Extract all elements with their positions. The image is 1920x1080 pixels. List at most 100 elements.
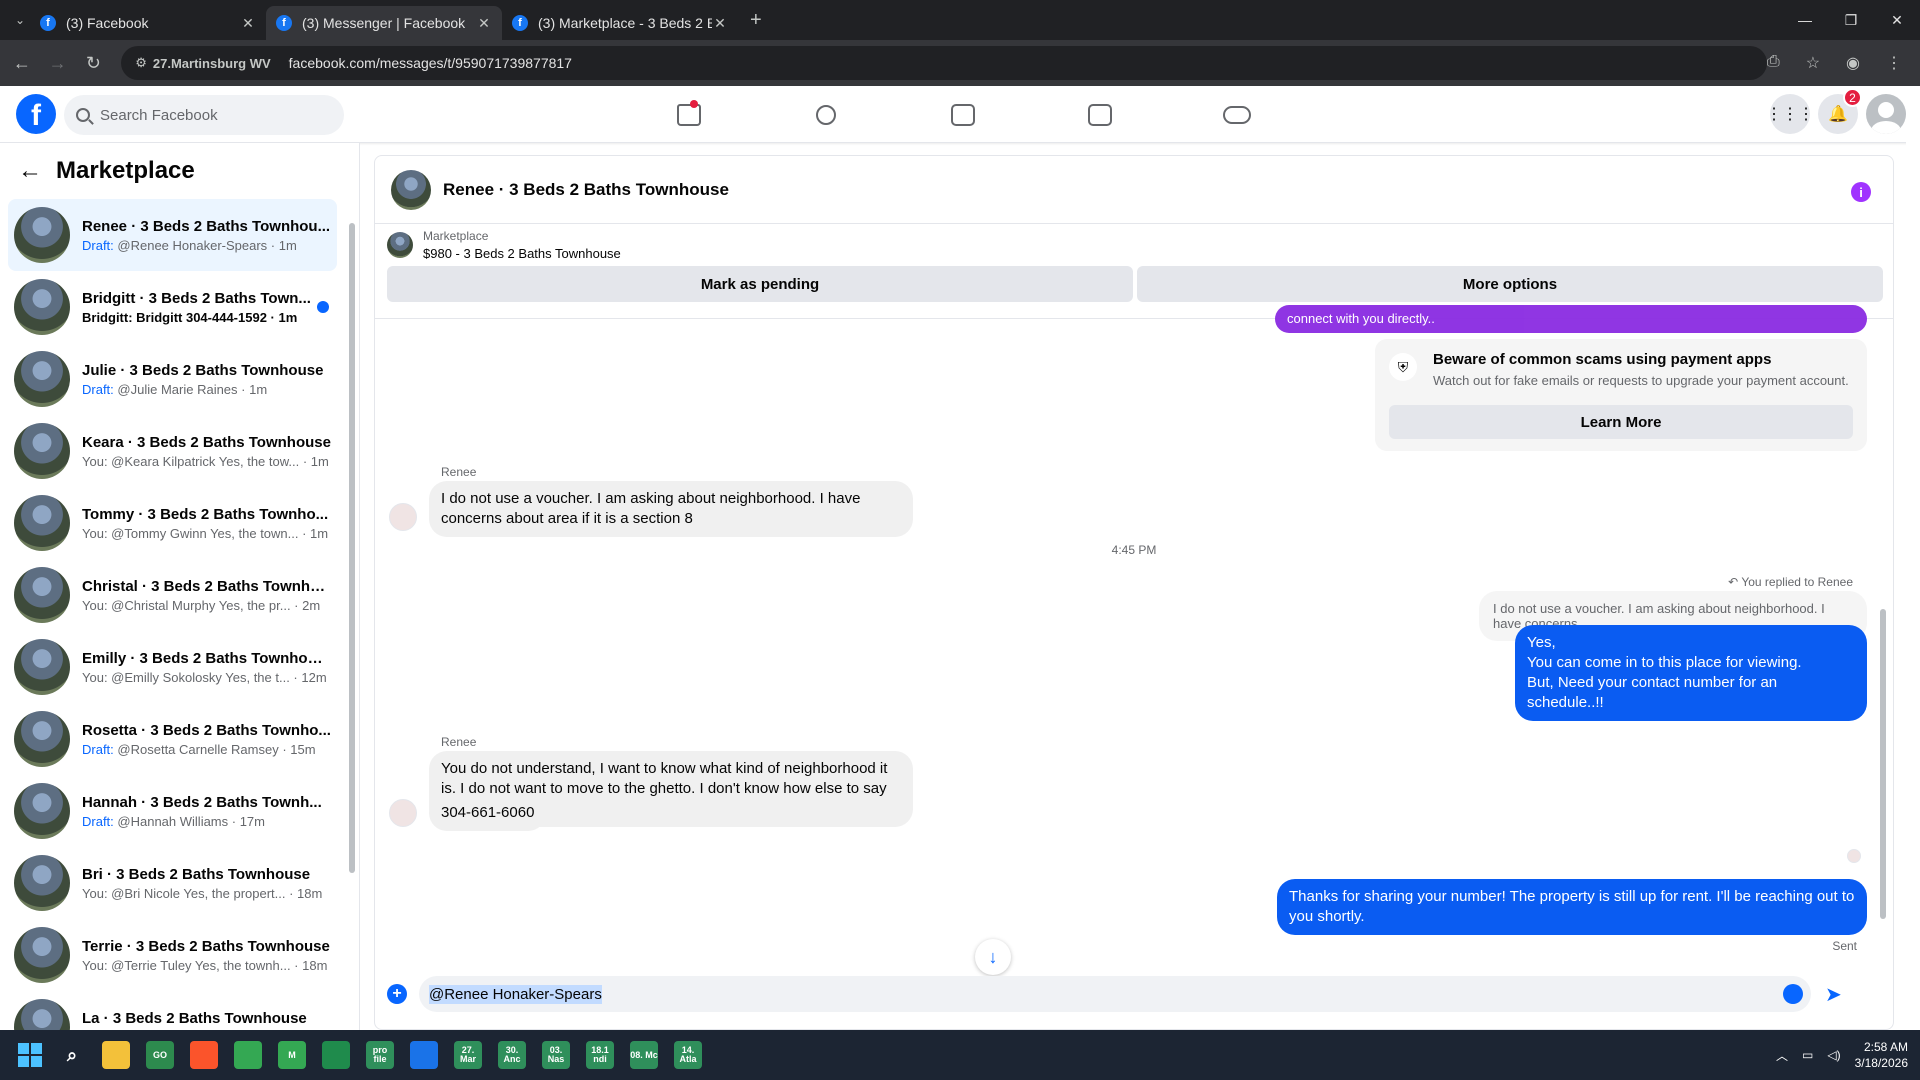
nav-video[interactable] [894,86,1031,143]
info-icon[interactable]: i [1851,182,1871,202]
network-icon[interactable]: ▭ [1802,1048,1813,1062]
conversation-item[interactable]: Christal · 3 Beds 2 Baths Townho... You: … [8,559,337,631]
nav-marketplace[interactable] [1031,86,1168,143]
sidebar-scrollbar[interactable] [348,195,356,895]
more-options-button[interactable]: More options [1137,266,1883,302]
send-icon[interactable]: ➤ [1825,982,1842,1007]
message-bubble-outgoing[interactable]: Yes, You can come in to this place for v… [1515,625,1867,721]
account-avatar[interactable] [1866,94,1906,134]
new-tab-button[interactable]: + [750,9,762,32]
taskbar-app-icon[interactable] [234,1041,262,1069]
install-app-icon[interactable]: ⎙ [1767,53,1780,73]
conversation-item[interactable]: Rosetta · 3 Beds 2 Baths Townho... Draft:… [8,703,337,775]
sender-avatar[interactable] [389,503,417,531]
close-tab-icon[interactable]: ✕ [240,15,256,32]
conversation-preview: Bridgitt: Bridgitt 304-444-1592 · 1m [82,310,331,325]
browser-tab[interactable]: f (3) Facebook ✕ [30,6,266,40]
close-tab-icon[interactable]: ✕ [712,15,728,32]
add-attachment-icon[interactable]: + [387,984,407,1004]
restore-icon[interactable]: ❐ [1828,12,1874,29]
conversation-item[interactable]: Emilly · 3 Beds 2 Baths Townhouse You: @E… [8,631,337,703]
reload-icon[interactable]: ↻ [80,53,108,74]
minimize-icon[interactable]: — [1782,12,1828,28]
mention-text[interactable]: @Renee Honaker-Spears [429,984,602,1004]
message-bubble-incoming[interactable]: I do not use a voucher. I am asking abou… [429,481,913,537]
volume-icon[interactable]: ◁) [1827,1048,1840,1062]
browser-tab[interactable]: f (3) Marketplace - 3 Beds 2 Bath✕ [502,6,738,40]
url-text: facebook.com/messages/t/959071739877817 [288,55,572,71]
draft-label: Draft: [82,237,114,253]
message-input[interactable]: @Renee Honaker-Spears [419,976,1811,1012]
sender-avatar[interactable] [389,799,417,827]
site-label: 27.Martinsburg WV [152,55,271,71]
taskbar-app-icon[interactable]: M [278,1041,306,1069]
nav-gaming[interactable] [1168,86,1305,143]
preview-text: You: @Emilly Sokolosky Yes, the t... · 1… [82,669,327,685]
conversation-item[interactable]: La · 3 Beds 2 Baths TownhouseYou: @La Ru… [8,991,337,1030]
taskbar-app-icon[interactable] [410,1041,438,1069]
thread-scrollbar[interactable] [1879,329,1887,939]
facebook-logo-icon[interactable]: f [16,94,56,134]
nav-friends[interactable] [757,86,894,143]
back-icon[interactable]: ← [8,53,36,74]
conversation-name: Rosetta · 3 Beds 2 Baths Townho... [82,721,331,739]
tab-search-chevron-icon[interactable]: ⌄ [10,10,30,30]
taskbar-search-icon[interactable]: ⌕ [58,1041,86,1069]
conversation-name: Renee · 3 Beds 2 Baths Townhou... [82,217,331,235]
message-thread[interactable]: connect with you directly.. ⛨ Beware of … [375,305,1893,958]
notifications-button[interactable]: 🔔 2 [1818,88,1862,134]
message-status: Sent [1832,939,1857,953]
url-field[interactable]: ⚙ 27.Martinsburg WV facebook.com/messages… [121,46,1767,80]
taskbar-app-icon[interactable]: 14. Atla [674,1041,702,1069]
nav-home[interactable] [620,86,757,143]
taskbar-app-icon[interactable]: 18.1 ndi [586,1041,614,1069]
shield-icon: ⛨ [1389,353,1417,381]
listing-summary[interactable]: Marketplace $980 - 3 Beds 2 Baths Townho… [375,224,1893,266]
conversation-thumbnail [14,567,70,623]
bookmark-star-icon[interactable]: ☆ [1806,53,1820,73]
sidebar-scrollbar-thumb[interactable] [349,223,355,873]
message-bubble-outgoing[interactable]: Thanks for sharing your number! The prop… [1277,879,1867,935]
clock[interactable]: 2:58 AM 3/18/2026 [1855,1039,1908,1071]
conversation-item[interactable]: Hannah · 3 Beds 2 Baths Townh... Draft: @… [8,775,337,847]
close-window-icon[interactable]: ✕ [1874,12,1920,29]
browser-tab[interactable]: f (3) Messenger | Facebook ✕ [266,6,502,40]
taskbar-app-icon[interactable]: pro file [366,1041,394,1069]
close-tab-icon[interactable]: ✕ [476,15,492,32]
conversation-item[interactable]: Julie · 3 Beds 2 Baths Townhouse Draft: @… [8,343,337,415]
back-arrow-icon[interactable]: ← [18,157,42,185]
scroll-to-bottom-button[interactable]: ↓ [975,939,1011,975]
tray-chevron-icon[interactable]: ︿ [1776,1047,1788,1064]
taskbar-app-icon[interactable]: 03. Nas [542,1041,570,1069]
learn-more-button[interactable]: Learn More [1389,405,1853,439]
forward-icon[interactable]: → [44,53,72,74]
page-scrollbar[interactable] [1906,86,1920,1030]
conversation-item[interactable]: Bri · 3 Beds 2 Baths Townhouse You: @Bri … [8,847,337,919]
conversation-item[interactable]: Bridgitt · 3 Beds 2 Baths Town... Bridgit… [8,271,337,343]
search-input[interactable]: Search Facebook [64,95,344,135]
profile-icon[interactable]: ◉ [1846,53,1860,73]
conversation-item[interactable]: Keara · 3 Beds 2 Baths Townhouse You: @Ke… [8,415,337,487]
browser-menu-icon[interactable]: ⋮ [1886,53,1902,73]
conversation-thumbnail [14,207,70,263]
taskbar-app-icon[interactable] [190,1041,218,1069]
taskbar-app-icon[interactable]: 08. Mc [630,1041,658,1069]
message-bubble-incoming[interactable]: 304-661-6060 [429,795,547,831]
conversation-item[interactable]: Tommy · 3 Beds 2 Baths Townho... You: @To… [8,487,337,559]
conversation-item[interactable]: Renee · 3 Beds 2 Baths Townhou... Draft: … [8,199,337,271]
chat-listing-thumbnail[interactable] [391,169,431,210]
taskbar-app-icon[interactable]: 27. Mar [454,1041,482,1069]
taskbar-app-icon[interactable]: GO [146,1041,174,1069]
site-info-chip[interactable]: ⚙ 27.Martinsburg WV [135,55,270,71]
windows-taskbar: ⌕ GO Mpro file 27. Mar 30. Anc 03. Nas 18.1 n… [0,1030,1920,1080]
chat-title[interactable]: Renee · 3 Beds 2 Baths Townhouse [443,180,729,200]
conversation-item[interactable]: Terrie · 3 Beds 2 Baths Townhouse You: @T… [8,919,337,991]
taskbar-app-icon[interactable] [102,1041,130,1069]
thread-scrollbar-thumb[interactable] [1880,609,1886,919]
taskbar-app-icon[interactable] [322,1041,350,1069]
menu-grid-button[interactable]: ⋮⋮⋮ [1766,94,1814,134]
emoji-icon[interactable] [1783,984,1803,1004]
mark-pending-button[interactable]: Mark as pending [387,266,1133,302]
windows-start-icon[interactable] [18,1043,42,1067]
taskbar-app-icon[interactable]: 30. Anc [498,1041,526,1069]
